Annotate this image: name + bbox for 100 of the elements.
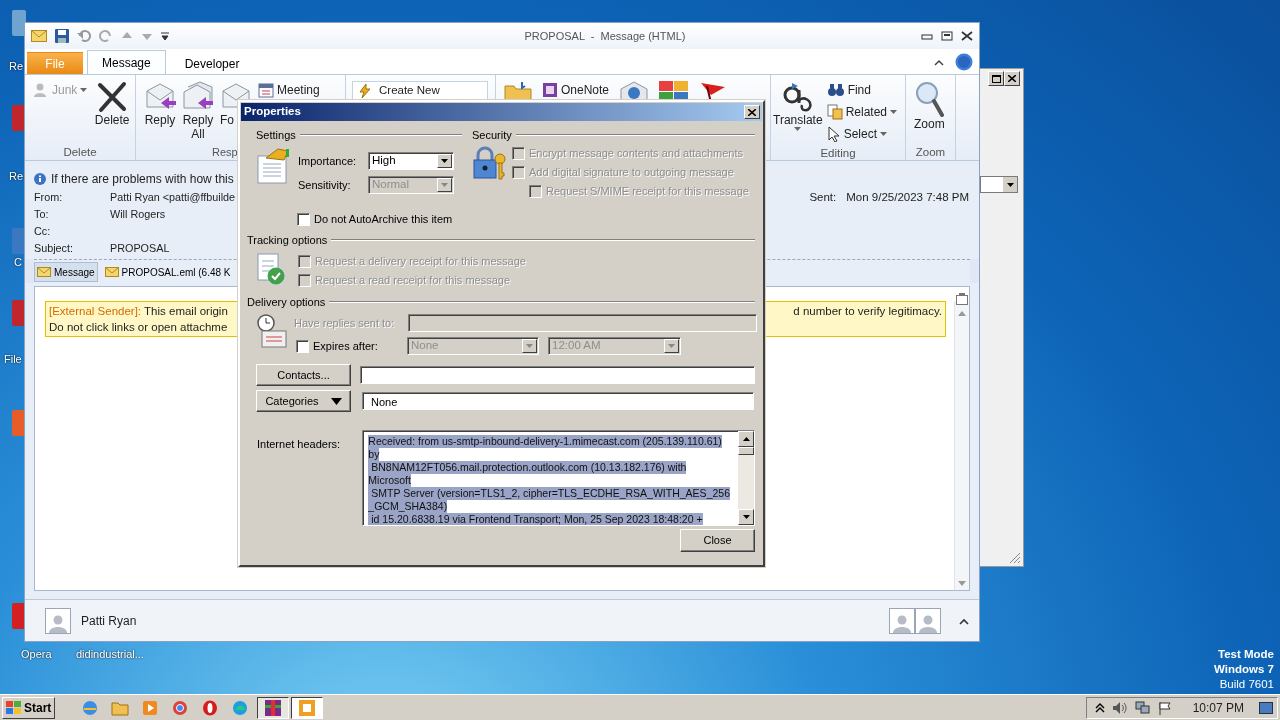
info-icon [34, 173, 46, 185]
quick-step-item[interactable]: Create New [352, 81, 488, 101]
scroll-down-icon[interactable] [957, 578, 967, 588]
person-icon [33, 82, 49, 98]
delete-icon [96, 81, 129, 113]
field-value: PROPOSAL [110, 241, 170, 256]
pane-icon[interactable] [956, 293, 968, 305]
up-arrow-icon [742, 437, 750, 441]
collapse-ribbon-icon[interactable] [933, 58, 945, 68]
translate-icon [781, 81, 814, 113]
ribbon-button[interactable]: Reply All [180, 79, 216, 144]
cursor-icon [826, 126, 841, 142]
ribbon-button[interactable]: Select [824, 123, 899, 145]
desktop-icon-label[interactable]: Re [9, 58, 24, 75]
group-label: Resp [211, 145, 239, 160]
checkbox-label: Add digital signature to outgoing message [529, 165, 734, 181]
close-button[interactable] [744, 105, 760, 119]
dropdown-arrow-icon [668, 344, 675, 348]
customize-icon[interactable] [161, 30, 169, 42]
checkbox-label: Do not AutoArchive this item [314, 212, 453, 228]
scroll-down-button[interactable] [738, 509, 754, 525]
os-notice-text: Windows 7 [1214, 662, 1274, 677]
speaker-icon[interactable] [1111, 700, 1128, 715]
checkbox-label: Request a delivery receipt for this message [315, 254, 526, 270]
contacts-field[interactable] [360, 366, 755, 384]
contacts-button[interactable]: Contacts... [256, 364, 351, 386]
archive-icon[interactable] [264, 698, 283, 717]
lock-key-icon [472, 146, 506, 182]
help-icon[interactable] [955, 53, 973, 71]
desktop-icon-label[interactable]: Re [9, 168, 24, 185]
binoculars-icon [826, 82, 845, 98]
ribbon-button[interactable]: Zoom [912, 79, 947, 134]
tracking-icon [256, 252, 286, 286]
checkbox-label: Request a read receipt for this message [315, 273, 511, 289]
ribbon-button[interactable]: Related [824, 101, 899, 123]
dropdown-arrow-icon [526, 344, 533, 348]
ribbon-button[interactable]: Delete [95, 79, 129, 130]
minimize-icon[interactable] [921, 31, 933, 41]
desktop-icon[interactable] [12, 10, 26, 36]
os-notice-text: Build 7601 [1218, 677, 1274, 692]
scroll-up-icon[interactable] [957, 309, 967, 319]
info-bar-text: If there are problems with how this [51, 171, 234, 188]
show-hidden-icon[interactable] [1094, 702, 1105, 713]
checkbox[interactable] [297, 213, 310, 226]
ribbon-button[interactable]: Find [824, 79, 899, 101]
ribbon-tab[interactable]: Message [87, 50, 166, 74]
down-arrow-icon [742, 515, 750, 519]
maximize-button[interactable] [988, 71, 1004, 86]
sender-tag: [External Sender]: [49, 303, 142, 319]
ribbon-tab[interactable]: Developer [169, 52, 255, 74]
restore-icon[interactable] [941, 31, 953, 41]
checkbox-label: Expires after: [313, 338, 379, 354]
field-label: Subject: [34, 241, 73, 256]
scroll-thumb[interactable] [738, 447, 754, 455]
network-icon[interactable] [1134, 700, 1151, 715]
browser-icon[interactable] [171, 698, 190, 717]
close-button[interactable] [1004, 71, 1020, 86]
show-desktop-icon[interactable] [1259, 701, 1273, 714]
desktop-icon-label[interactable]: C [14, 254, 22, 271]
group-label: Zoom [914, 145, 947, 160]
close-button[interactable]: Close [680, 529, 755, 552]
scroll-up-button[interactable] [738, 431, 754, 447]
browser-icon[interactable] [201, 698, 220, 717]
field-label: From: [34, 190, 63, 205]
documents-icon [826, 104, 843, 120]
section-heading: Security [472, 127, 512, 143]
attachment-tab[interactable]: PROPOSAL.eml (6.48 K [101, 262, 234, 282]
close-icon[interactable] [961, 31, 973, 41]
envelope-icon [37, 267, 51, 277]
ribbon-button[interactable]: Reply [142, 79, 178, 130]
expand-icon[interactable] [959, 616, 969, 625]
field-label: Have replies sent to: [294, 315, 396, 331]
windows-logo-icon [6, 700, 22, 715]
dialog-title: Properties [244, 104, 301, 120]
undo-icon[interactable] [77, 29, 91, 43]
close-icon [748, 108, 756, 116]
properties-icon [256, 148, 290, 184]
field-label: Cc: [34, 224, 51, 239]
headers-textbox[interactable] [362, 430, 755, 526]
banner-text: d number to verify legitimacy. [793, 304, 942, 319]
save-icon[interactable] [55, 29, 69, 43]
banner-text: Do not click links or open attachme [49, 320, 228, 335]
contact-name: Patti Ryan [81, 612, 137, 630]
field-value: Will Rogers [110, 207, 166, 222]
field-label: Importance: [298, 153, 358, 169]
field-label: To: [34, 207, 49, 222]
categories-field[interactable]: None [362, 392, 754, 410]
checkbox-label: Request S/MIME receipt for this message [546, 184, 749, 200]
flag-icon[interactable] [1157, 700, 1172, 715]
desktop-icon-label[interactable]: File [4, 351, 22, 368]
categories-button[interactable]: Categories [256, 390, 351, 412]
section-heading: Tracking options [247, 232, 328, 248]
start-button[interactable]: Start [2, 696, 56, 719]
field-label: Internet headers: [257, 437, 342, 452]
magnifier-icon [914, 81, 945, 117]
dropdown-arrow-icon [441, 183, 448, 187]
dropdown-field[interactable] [980, 176, 1018, 193]
field-label: Sensitivity: [298, 177, 352, 193]
importance-dropdown[interactable]: High [368, 152, 454, 170]
attachment-tab[interactable]: Message [34, 262, 98, 282]
